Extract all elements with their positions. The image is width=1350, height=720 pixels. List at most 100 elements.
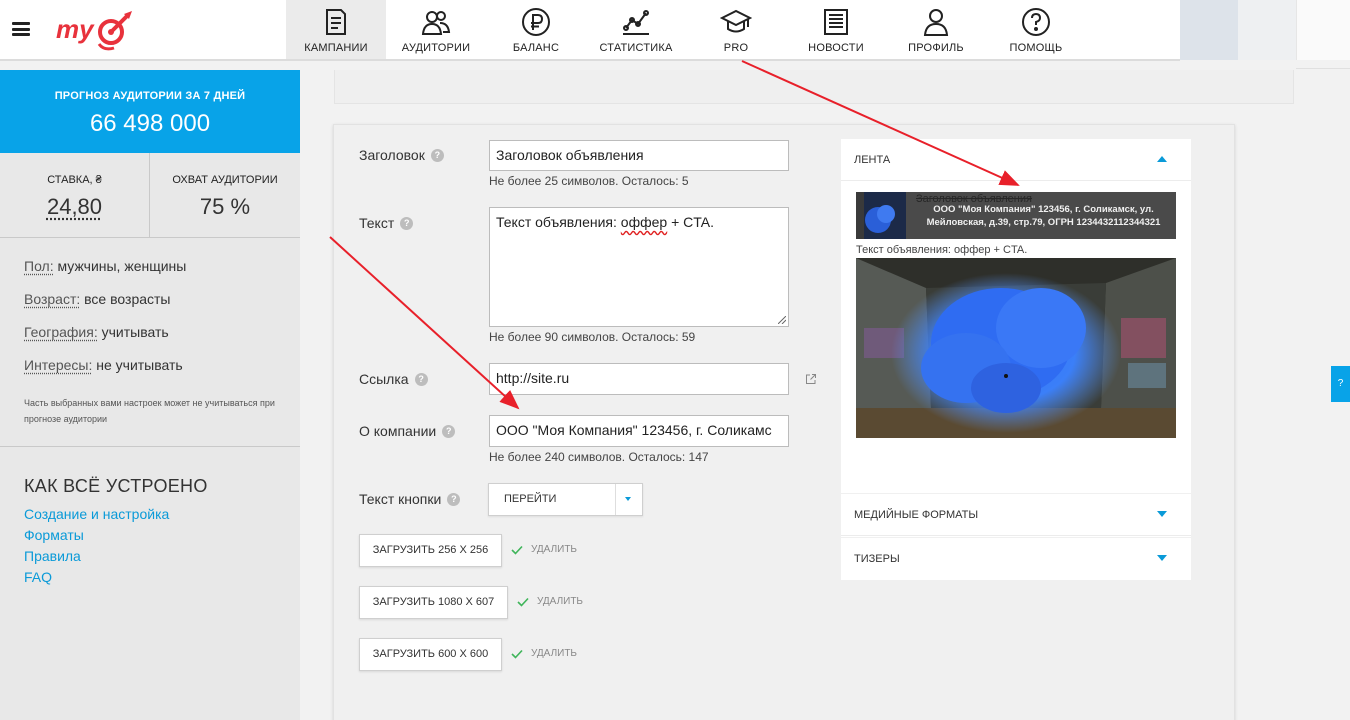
forecast-note: Часть выбранных вами настроек может не у… — [24, 395, 284, 427]
link-input[interactable]: http://site.ru — [489, 363, 789, 395]
nav-item-news[interactable]: НОВОСТИ — [786, 0, 886, 60]
text-textarea[interactable]: Текст объявления: оффер + CTA. — [489, 207, 789, 327]
chevron-up-icon — [1157, 156, 1167, 162]
upload-1080-status: УДАЛИТЬ — [517, 596, 583, 607]
main-top-box — [334, 70, 1294, 104]
param-geo[interactable]: География: учитывать — [24, 324, 284, 357]
delete-link[interactable]: УДАЛИТЬ — [537, 596, 583, 607]
link-setup[interactable]: Создание и настройка — [24, 506, 169, 527]
topbar-block — [1296, 0, 1350, 60]
ad-main-image — [856, 258, 1176, 438]
param-value: не учитывать — [96, 357, 182, 373]
link-faq[interactable]: FAQ — [24, 569, 169, 590]
targeting-params: Пол: мужчины, женщины Возраст: все возра… — [24, 258, 284, 390]
button-text-label-text: Текст кнопки — [359, 491, 441, 507]
nav-label: АУДИТОРИИ — [386, 42, 486, 54]
nav-item-campaigns[interactable]: КАМПАНИИ — [286, 0, 386, 60]
help-icon[interactable]: ? — [400, 217, 413, 230]
nav-item-help[interactable]: ПОМОЩЬ — [986, 0, 1086, 60]
check-icon — [517, 597, 529, 607]
title-input[interactable]: Заголовок объявления — [489, 140, 789, 171]
external-link-icon[interactable] — [805, 373, 817, 385]
rate-value[interactable]: 24,80 — [0, 194, 149, 220]
delete-link[interactable]: УДАЛИТЬ — [531, 648, 577, 659]
rate-label: СТАВКА, ₴ — [0, 174, 149, 186]
nav-label: ПРОФИЛЬ — [886, 42, 986, 54]
feed-header[interactable]: ЛЕНТА — [841, 139, 1191, 181]
upload-600-status: УДАЛИТЬ — [511, 648, 577, 659]
topbar-shadow — [0, 59, 1180, 61]
company-input[interactable]: ООО "Моя Компания" 123456, г. Соликамс — [489, 415, 789, 447]
ad-preview-header: Заголовок объявления ООО "Моя Компания" … — [856, 192, 1176, 239]
nav-label: БАЛАНС — [486, 42, 586, 54]
help-icon[interactable]: ? — [442, 425, 455, 438]
rate-stat: СТАВКА, ₴ 24,80 — [0, 153, 150, 237]
upload-1080-button[interactable]: ЗАГРУЗИТЬ 1080 X 607 — [359, 586, 508, 619]
title-hint: Не более 25 символов. Осталось: 5 — [489, 174, 689, 188]
nav-label: КАМПАНИИ — [286, 42, 386, 54]
nav-item-audiences[interactable]: АУДИТОРИИ — [386, 0, 486, 60]
company-label-text: О компании — [359, 423, 436, 439]
main-nav: КАМПАНИИ АУДИТОРИИ БАЛАНС СТАТИСТИКА PRO… — [286, 0, 1086, 60]
link-label-text: Ссылка — [359, 371, 409, 387]
ad-text: Текст объявления: оффер + CTA. — [856, 244, 1027, 256]
divider — [0, 446, 300, 447]
param-interests[interactable]: Интересы: не учитывать — [24, 357, 284, 390]
upload-256-status: УДАЛИТЬ — [511, 544, 577, 555]
param-key[interactable]: Интересы: — [24, 357, 92, 373]
teasers-header[interactable]: ТИЗЕРЫ — [841, 538, 1191, 580]
reach-stat: ОХВАТ АУДИТОРИИ 75 % — [150, 153, 300, 237]
company-hint: Не более 240 символов. Осталось: 147 — [489, 450, 709, 464]
param-key[interactable]: Возраст: — [24, 291, 80, 307]
feed-title: ЛЕНТА — [854, 154, 890, 166]
audience-forecast: ПРОГНОЗ АУДИТОРИИ ЗА 7 ДНЕЙ 66 498 000 — [0, 70, 300, 153]
help-icon[interactable]: ? — [415, 373, 428, 386]
audiences-icon — [420, 6, 452, 38]
how-it-works-title: КАК ВСЁ УСТРОЕНО — [24, 476, 208, 497]
sidebar: ПРОГНОЗ АУДИТОРИИ ЗА 7 ДНЕЙ 66 498 000 С… — [0, 70, 300, 720]
text-hint: Не более 90 символов. Осталось: 59 — [489, 330, 695, 344]
param-key[interactable]: Пол: — [24, 258, 54, 274]
chevron-down-icon — [1157, 555, 1167, 561]
media-formats-header[interactable]: МЕДИЙНЫЕ ФОРМАТЫ — [841, 494, 1191, 536]
divider — [1296, 68, 1350, 69]
topbar-block — [1180, 0, 1238, 60]
topbar-block — [1238, 0, 1296, 60]
help-icon[interactable]: ? — [447, 493, 460, 506]
divider — [615, 484, 616, 515]
preview-feed: ЛЕНТА Заголовок объявления ООО "Моя Комп… — [841, 139, 1191, 493]
stats-row: СТАВКА, ₴ 24,80 ОХВАТ АУДИТОРИИ 75 % — [0, 153, 300, 238]
preview-media-formats[interactable]: МЕДИЙНЫЕ ФОРМАТЫ — [841, 494, 1191, 537]
button-text-select[interactable]: ПЕРЕЙТИ — [488, 483, 643, 516]
mytarget-logo[interactable]: my — [54, 8, 138, 52]
text-value: Текст объявления: — [496, 214, 621, 230]
delete-link[interactable]: УДАЛИТЬ — [531, 544, 577, 555]
param-gender[interactable]: Пол: мужчины, женщины — [24, 258, 284, 291]
nav-label: PRO — [686, 42, 786, 54]
statistics-icon — [620, 6, 652, 38]
param-value: мужчины, женщины — [58, 258, 187, 274]
chevron-down-icon — [625, 497, 631, 501]
svg-text:my: my — [56, 14, 95, 44]
nav-item-statistics[interactable]: СТАТИСТИКА — [586, 0, 686, 60]
ruble-icon — [520, 6, 552, 38]
company-label: О компании? — [359, 423, 455, 439]
help-icon[interactable]: ? — [431, 149, 444, 162]
nav-item-balance[interactable]: БАЛАНС — [486, 0, 586, 60]
param-age[interactable]: Возраст: все возрасты — [24, 291, 284, 324]
link-formats[interactable]: Форматы — [24, 527, 169, 548]
nav-item-pro[interactable]: PRO — [686, 0, 786, 60]
upload-600-button[interactable]: ЗАГРУЗИТЬ 600 X 600 — [359, 638, 502, 671]
campaigns-icon — [320, 6, 352, 38]
nav-label: СТАТИСТИКА — [586, 42, 686, 54]
side-tab[interactable]: ? — [1331, 366, 1350, 402]
resize-handle-icon[interactable] — [778, 316, 786, 324]
param-key[interactable]: География: — [24, 324, 98, 340]
nav-item-profile[interactable]: ПРОФИЛЬ — [886, 0, 986, 60]
upload-256-button[interactable]: ЗАГРУЗИТЬ 256 X 256 — [359, 534, 502, 567]
link-rules[interactable]: Правила — [24, 548, 169, 569]
menu-icon[interactable] — [12, 22, 30, 36]
param-value: все возрасты — [84, 291, 170, 307]
forecast-label: ПРОГНОЗ АУДИТОРИИ ЗА 7 ДНЕЙ — [0, 90, 300, 102]
preview-teasers[interactable]: ТИЗЕРЫ — [841, 538, 1191, 580]
